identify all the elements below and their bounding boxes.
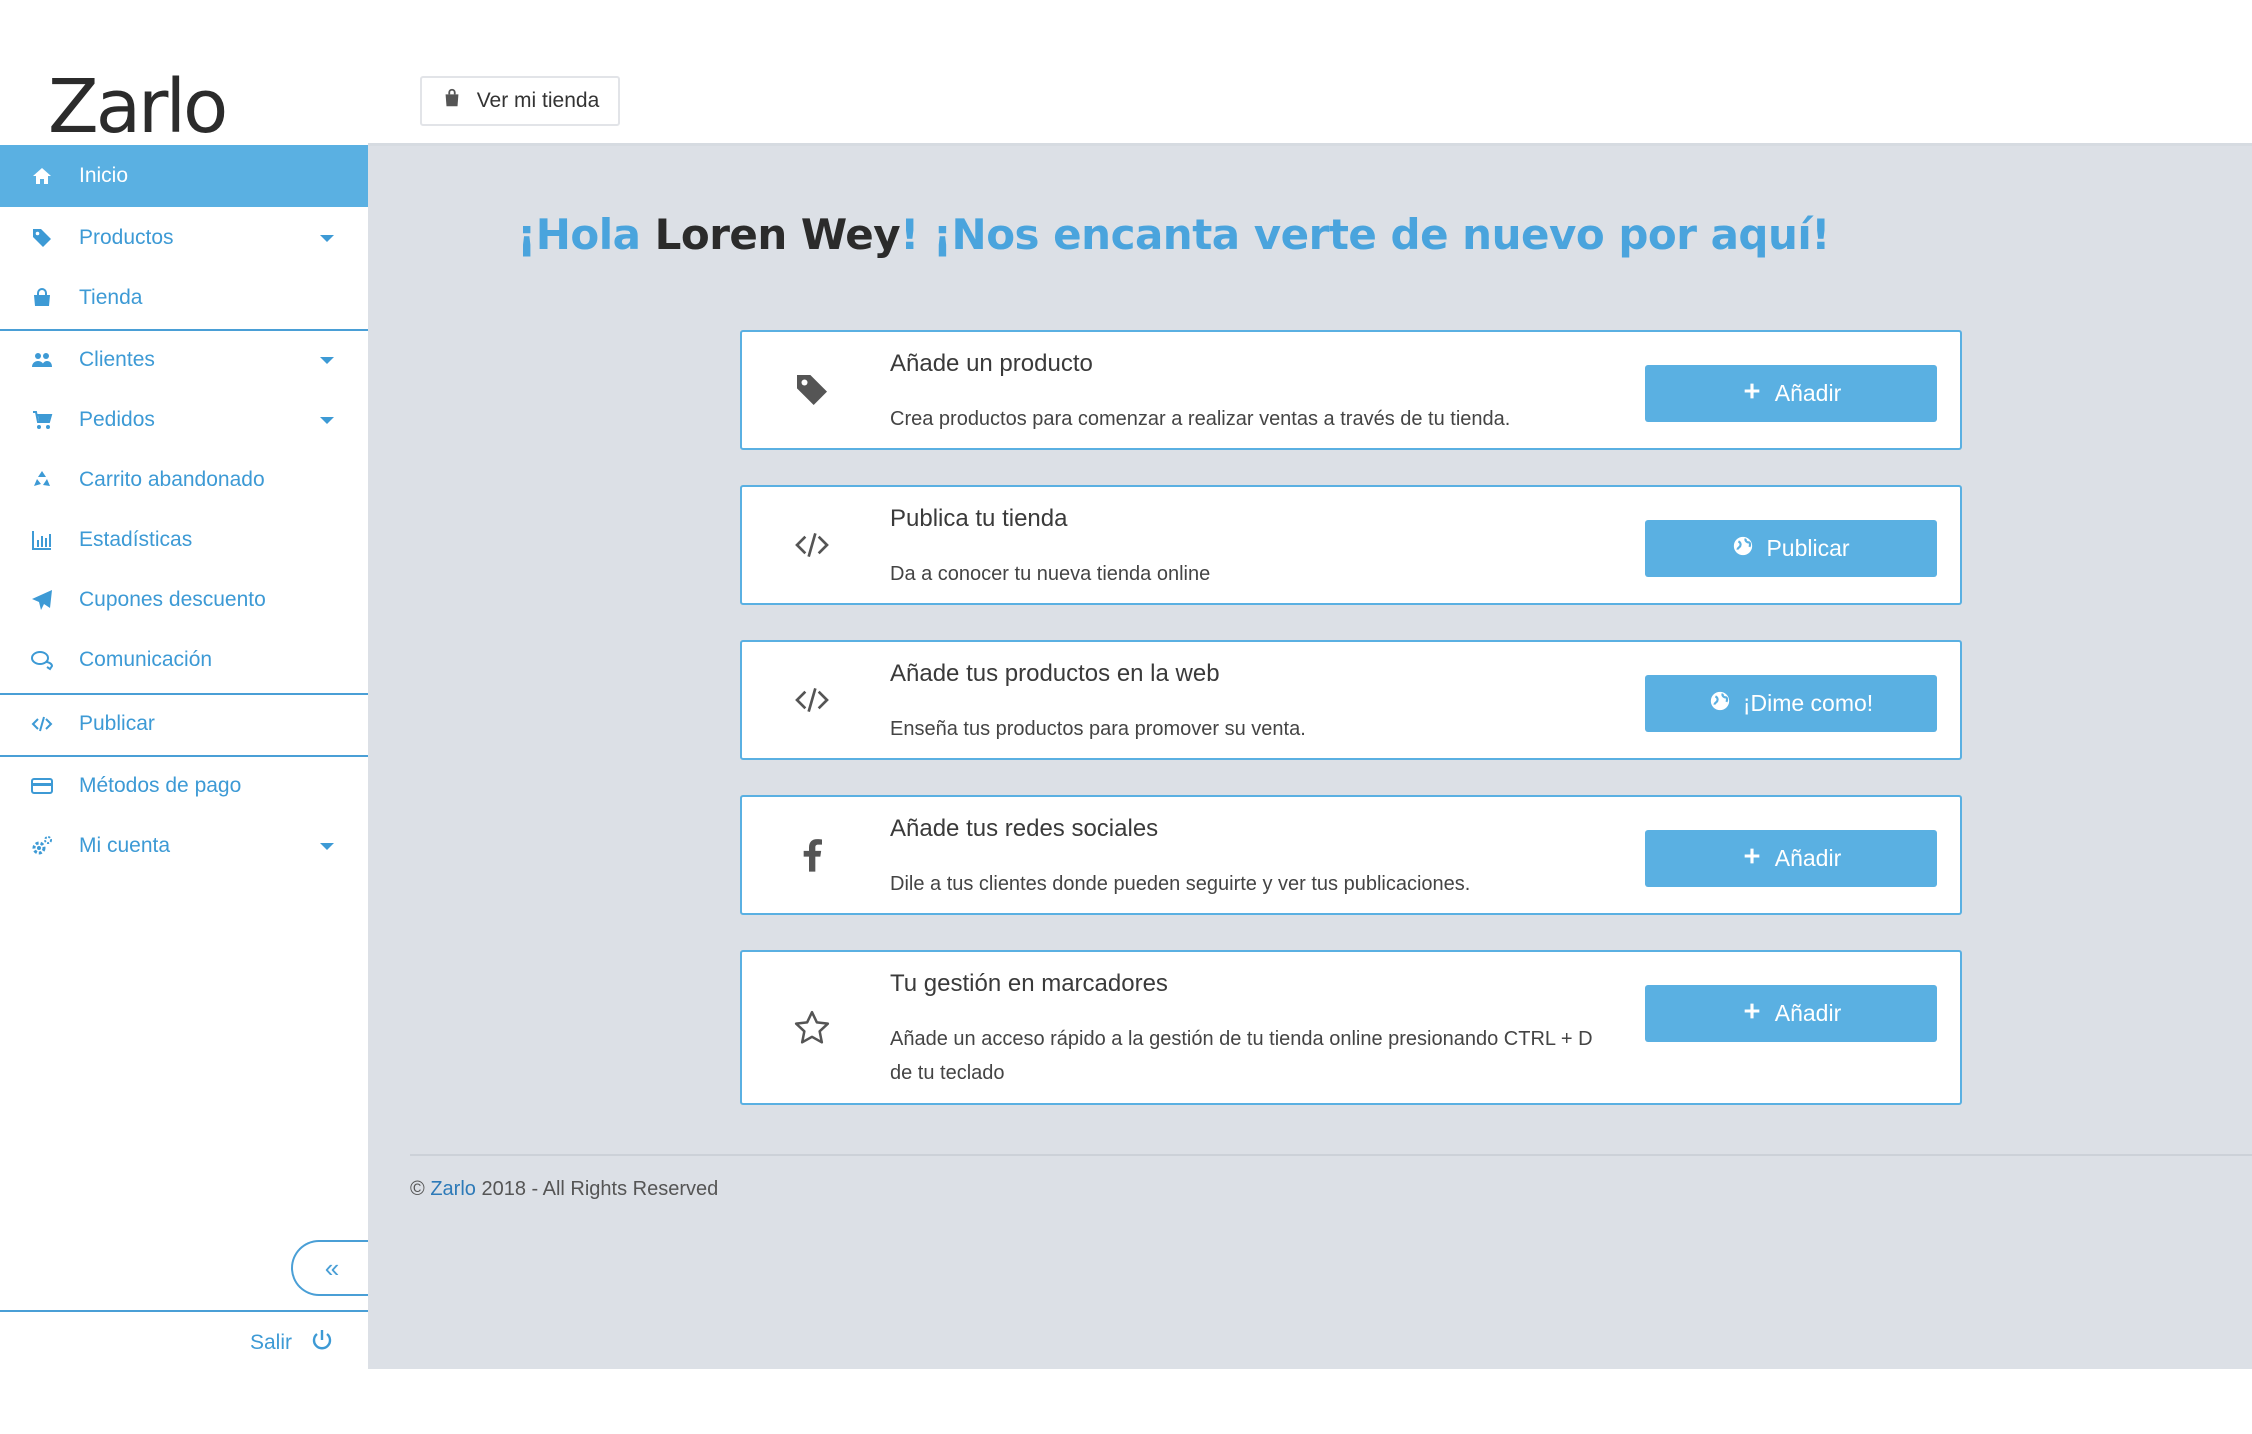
- plus-icon: [1741, 380, 1763, 408]
- sidebar-item-carrito-abandonado[interactable]: Carrito abandonado: [0, 451, 368, 509]
- sidebar-item-publicar[interactable]: Publicar: [0, 695, 368, 753]
- sidebar-item-label: Carrito abandonado: [79, 468, 265, 491]
- gears-icon: [28, 832, 56, 860]
- view-store-button[interactable]: Ver mi tienda: [420, 76, 620, 126]
- card-title: Publica tu tienda: [890, 505, 1068, 532]
- facebook-icon: [788, 831, 836, 879]
- footer-rights: 2018 - All Rights Reserved: [481, 1178, 719, 1200]
- card-title: Añade un producto: [890, 350, 1093, 377]
- greeting-prefix: ¡Hola: [517, 210, 655, 259]
- add-product-button[interactable]: Añadir: [1645, 365, 1937, 422]
- button-label: Añadir: [1774, 845, 1842, 871]
- home-icon: [28, 162, 56, 190]
- sidebar-item-productos[interactable]: Productos: [0, 209, 368, 267]
- user-name: Loren Wey: [654, 210, 901, 259]
- card-title: Añade tus productos en la web: [890, 660, 1220, 687]
- cart-icon: [28, 406, 56, 434]
- sidebar-item-label: Mi cuenta: [79, 834, 171, 857]
- sidebar-item-label: Comunicación: [79, 648, 213, 671]
- chevron-down-icon: [320, 417, 334, 424]
- sidebar-item-label: Publicar: [79, 712, 155, 735]
- shopping-bag-icon: [441, 87, 463, 115]
- tag-icon: [788, 366, 836, 414]
- bag-icon: [28, 284, 56, 312]
- users-icon: [28, 346, 56, 374]
- card-description: Dile a tus clientes donde pueden seguirt…: [890, 873, 1471, 895]
- sidebar-item-label: Métodos de pago: [79, 774, 242, 797]
- sidebar-item-label: Estadísticas: [79, 528, 193, 551]
- power-icon: [310, 1328, 334, 1358]
- sidebar-item-cupones-descuento[interactable]: Cupones descuento: [0, 571, 368, 629]
- sidebar-item-label: Productos: [79, 226, 174, 249]
- add-social-button[interactable]: Añadir: [1645, 830, 1937, 887]
- publish-button[interactable]: Publicar: [1645, 520, 1937, 577]
- card-products-on-web: Añade tus productos en la web Enseña tus…: [740, 640, 1962, 760]
- double-chevron-left-icon: «: [324, 1252, 340, 1283]
- button-label: ¡Dime como!: [1742, 690, 1874, 716]
- tell-me-how-button[interactable]: ¡Dime como!: [1645, 675, 1937, 732]
- zarlo-logo[interactable]: Zarlo: [47, 64, 228, 200]
- tag-icon: [28, 224, 56, 252]
- chevron-down-icon: [320, 357, 334, 364]
- view-store-label: Ver mi tienda: [476, 89, 600, 112]
- sidebar-item-comunicacion[interactable]: Comunicación: [0, 631, 368, 689]
- card-add-product: Añade un producto Crea productos para co…: [740, 330, 1962, 450]
- globe-icon: [1709, 690, 1731, 718]
- card-bookmarks: Tu gestión en marcadores Añade un acceso…: [740, 950, 1962, 1105]
- sidebar-item-metodos-de-pago[interactable]: Métodos de pago: [0, 757, 368, 815]
- sidebar-item-clientes[interactable]: Clientes: [0, 331, 368, 389]
- footer: © Zarlo 2018 - All Rights Reserved: [410, 1178, 718, 1201]
- sidebar: Inicio Productos Tienda Clientes Pedidos…: [0, 145, 368, 1369]
- add-bookmark-button[interactable]: Añadir: [1645, 985, 1937, 1042]
- paper-plane-icon: [28, 586, 56, 614]
- card-description: Da a conocer tu nueva tienda online: [890, 563, 1211, 585]
- card-publish-store: Publica tu tienda Da a conocer tu nueva …: [740, 485, 1962, 605]
- code-icon: [788, 521, 836, 569]
- sidebar-item-inicio[interactable]: Inicio: [0, 145, 368, 207]
- sidebar-item-mi-cuenta[interactable]: Mi cuenta: [0, 817, 368, 875]
- logout-button[interactable]: Salir: [0, 1322, 368, 1364]
- logo-text: Zarlo: [48, 64, 228, 150]
- welcome-greeting: ¡Hola Loren Wey! ¡Nos encanta verte de n…: [368, 210, 1979, 259]
- chevron-down-icon: [320, 235, 334, 242]
- main-content: ¡Hola Loren Wey! ¡Nos encanta verte de n…: [368, 146, 2252, 1369]
- sidebar-item-label: Inicio: [79, 164, 129, 187]
- button-label: Publicar: [1766, 535, 1850, 561]
- code-icon: [788, 676, 836, 724]
- card-social-networks: Añade tus redes sociales Dile a tus clie…: [740, 795, 1962, 915]
- sidebar-item-estadisticas[interactable]: Estadísticas: [0, 511, 368, 569]
- sidebar-item-label: Cupones descuento: [79, 588, 266, 611]
- globe-icon: [1732, 535, 1754, 563]
- star-icon: [788, 1004, 836, 1052]
- sidebar-item-label: Pedidos: [79, 408, 155, 431]
- chat-icon: [28, 646, 56, 674]
- card-description: Añade un acceso rápido a la gestión de t…: [890, 1028, 1593, 1084]
- button-label: Añadir: [1774, 1000, 1842, 1026]
- plus-icon: [1741, 1000, 1763, 1028]
- greeting-suffix: ! ¡Nos encanta verte de nuevo por aquí!: [900, 210, 1830, 259]
- card-description: Crea productos para comenzar a realizar …: [890, 408, 1511, 430]
- collapse-sidebar-button[interactable]: «: [291, 1240, 371, 1296]
- app-window: Zarlo Ver mi tienda Inicio Productos Tie…: [0, 0, 2252, 1434]
- credit-card-icon: [28, 772, 56, 800]
- sidebar-item-label: Tienda: [79, 286, 143, 309]
- button-label: Añadir: [1774, 380, 1842, 406]
- footer-brand-link[interactable]: Zarlo: [430, 1178, 476, 1200]
- recycle-icon: [28, 466, 56, 494]
- footer-divider: [410, 1154, 2252, 1156]
- bar-chart-icon: [28, 526, 56, 554]
- sidebar-item-pedidos[interactable]: Pedidos: [0, 391, 368, 449]
- card-title: Añade tus redes sociales: [890, 815, 1159, 842]
- code-icon: [28, 710, 56, 738]
- plus-icon: [1741, 845, 1763, 873]
- logout-label: Salir: [249, 1331, 292, 1354]
- sidebar-bottom-divider: [0, 1310, 368, 1312]
- sidebar-item-label: Clientes: [79, 348, 155, 371]
- copyright-symbol: ©: [410, 1178, 425, 1200]
- card-title: Tu gestión en marcadores: [890, 970, 1168, 997]
- chevron-down-icon: [320, 843, 334, 850]
- sidebar-item-tienda[interactable]: Tienda: [0, 269, 368, 327]
- card-description: Enseña tus productos para promover su ve…: [890, 718, 1306, 740]
